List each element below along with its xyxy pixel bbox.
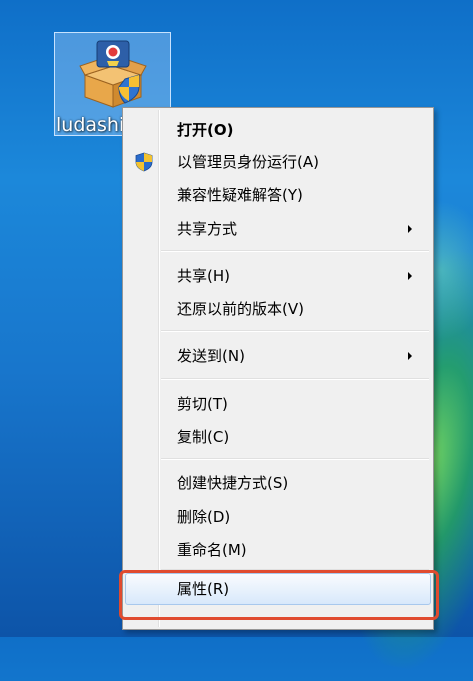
menu-item-compatibility[interactable]: 兼容性疑难解答(Y)	[123, 180, 433, 210]
menu-item-copy[interactable]: 复制(C)	[123, 422, 433, 452]
menu-item-open[interactable]: 打开(O)	[123, 115, 433, 145]
menu-item-label: 复制(C)	[177, 428, 230, 446]
menu-item-send-to[interactable]: 发送到(N)	[123, 341, 433, 371]
menu-separator	[161, 378, 429, 380]
menu-item-share-with[interactable]: 共享方式	[123, 214, 433, 244]
ludashi-setup-box-icon	[79, 40, 147, 108]
menu-item-create-shortcut[interactable]: 创建快捷方式(S)	[123, 468, 433, 498]
menu-item-cut[interactable]: 剪切(T)	[123, 389, 433, 419]
menu-item-label: 打开(O)	[177, 121, 234, 139]
menu-item-delete[interactable]: 删除(D)	[123, 502, 433, 532]
submenu-arrow-icon	[408, 352, 412, 360]
submenu-arrow-icon	[408, 272, 412, 280]
menu-item-label: 创建快捷方式(S)	[177, 474, 289, 492]
menu-separator	[161, 250, 429, 252]
submenu-arrow-icon	[408, 225, 412, 233]
menu-item-run-as-admin[interactable]: 以管理员身份运行(A)	[123, 147, 433, 177]
menu-item-label: 重命名(M)	[177, 541, 247, 559]
menu-item-rename[interactable]: 重命名(M)	[123, 535, 433, 565]
menu-item-restore-previous[interactable]: 还原以前的版本(V)	[123, 294, 433, 324]
menu-item-label: 以管理员身份运行(A)	[177, 153, 319, 171]
menu-item-label: 剪切(T)	[177, 395, 228, 413]
menu-item-label: 还原以前的版本(V)	[177, 300, 304, 318]
menu-item-label: 共享方式	[177, 220, 238, 238]
context-menu: 打开(O) 以管理员身份运行(A) 兼容性疑难解答(Y) 共享方式 共享(H) …	[122, 107, 434, 630]
menu-separator	[161, 330, 429, 332]
menu-item-share[interactable]: 共享(H)	[123, 261, 433, 291]
menu-item-label: 删除(D)	[177, 508, 231, 526]
menu-separator	[161, 458, 429, 460]
menu-item-label: 发送到(N)	[177, 347, 245, 365]
menu-item-label: 共享(H)	[177, 267, 230, 285]
uac-shield-icon	[135, 152, 153, 172]
menu-item-label: 兼容性疑难解答(Y)	[177, 186, 303, 204]
properties-callout-box	[119, 570, 439, 620]
